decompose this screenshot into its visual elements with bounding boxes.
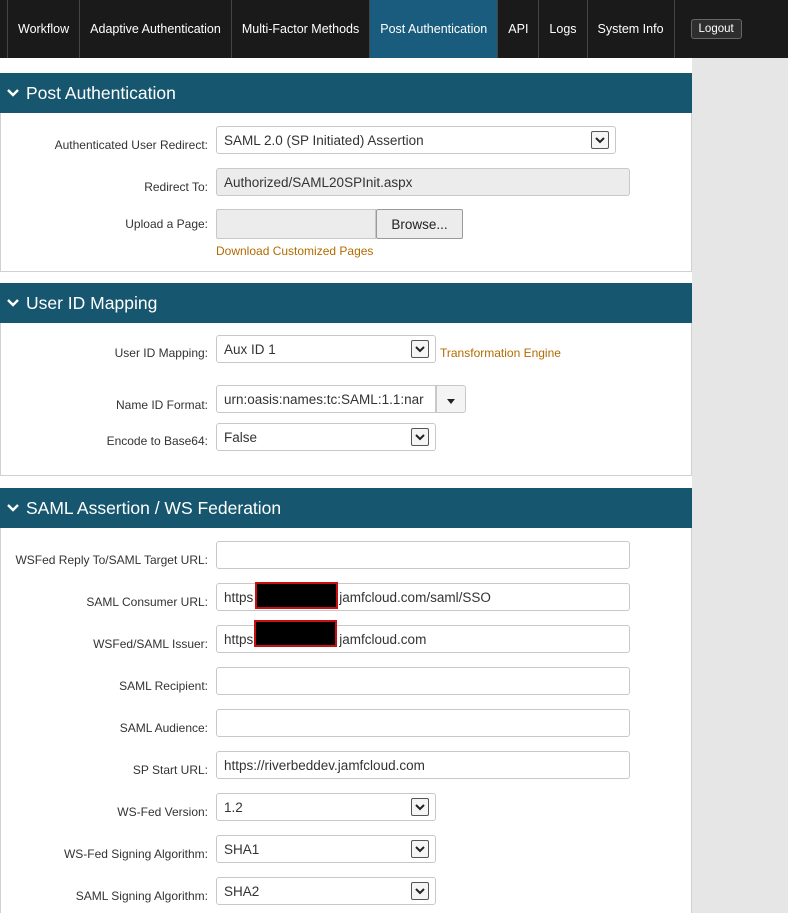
nav-multi-factor-methods[interactable]: Multi-Factor Methods <box>232 0 371 58</box>
wsfed-reply-input[interactable] <box>216 541 630 569</box>
chevron-down-icon <box>411 798 429 816</box>
chevron-down-icon <box>0 299 26 307</box>
chevron-down-icon <box>0 89 26 97</box>
saml-audience-label: SAML Audience: <box>119 721 208 735</box>
nav-adaptive-authentication[interactable]: Adaptive Authentication <box>80 0 232 58</box>
encode-base64-label: Encode to Base64: <box>106 434 208 448</box>
nav-logs[interactable]: Logs <box>539 0 588 58</box>
redirect-to-field: Authorized/SAML20SPInit.aspx <box>216 168 630 196</box>
transformation-engine-link[interactable]: Transformation Engine <box>440 346 561 360</box>
saml-recipient-label: SAML Recipient: <box>119 679 208 693</box>
wsfed-version-select[interactable]: 1.2 <box>216 793 436 821</box>
name-id-format-label: Name ID Format: <box>115 398 208 412</box>
upload-label: Upload a Page: <box>125 217 208 231</box>
user-id-mapping-label: User ID Mapping: <box>114 346 208 360</box>
name-id-format-input[interactable]: urn:oasis:names:tc:SAML:1.1:nar <box>216 385 436 413</box>
name-id-format-dropdown-button[interactable] <box>436 385 466 413</box>
upload-path-field <box>216 209 376 239</box>
panel-title: User ID Mapping <box>26 292 158 313</box>
sp-start-url-label: SP Start URL: <box>132 763 208 777</box>
nav-system-info[interactable]: System Info <box>588 0 675 58</box>
wsfed-saml-issuer-label: WSFed/SAML Issuer: <box>93 637 208 651</box>
top-navigation: Workflow Adaptive Authentication Multi-F… <box>0 0 788 58</box>
chevron-down-icon <box>411 840 429 858</box>
wsfed-version-label: WS-Fed Version: <box>117 805 208 819</box>
redaction-box <box>255 582 338 609</box>
redirect-select[interactable]: SAML 2.0 (SP Initiated) Assertion <box>216 126 616 154</box>
chevron-down-icon <box>411 428 429 446</box>
saml-consumer-url-label: SAML Consumer URL: <box>86 595 208 609</box>
chevron-down-icon <box>411 340 429 358</box>
caret-down-icon <box>447 392 455 407</box>
saml-signing-algorithm-select[interactable]: SHA2 <box>216 877 436 905</box>
redirect-to-label: Redirect To: <box>144 180 208 194</box>
saml-assertion-header[interactable]: SAML Assertion / WS Federation <box>0 488 692 528</box>
chevron-down-icon <box>0 504 26 512</box>
panel-title: Post Authentication <box>26 82 176 103</box>
user-id-mapping-header[interactable]: User ID Mapping <box>0 283 692 323</box>
post-authentication-header[interactable]: Post Authentication <box>0 73 692 113</box>
redaction-box <box>254 620 337 647</box>
user-id-mapping-select[interactable]: Aux ID 1 <box>216 335 436 363</box>
chevron-down-icon <box>411 882 429 900</box>
right-gutter <box>692 58 788 913</box>
redirect-label: Authenticated User Redirect: <box>54 138 208 152</box>
wsfed-signing-algorithm-label: WS-Fed Signing Algorithm: <box>63 847 208 861</box>
panel-title: SAML Assertion / WS Federation <box>26 497 282 518</box>
nav-post-authentication[interactable]: Post Authentication <box>370 0 499 58</box>
logout-button[interactable]: Logout <box>690 19 742 39</box>
saml-signing-algorithm-label: SAML Signing Algorithm: <box>75 889 208 903</box>
wsfed-signing-algorithm-select[interactable]: SHA1 <box>216 835 436 863</box>
chevron-down-icon <box>591 131 609 149</box>
saml-recipient-input[interactable] <box>216 667 630 695</box>
download-customized-pages-link[interactable]: Download Customized Pages <box>216 244 373 258</box>
sp-start-url-input[interactable]: https://riverbeddev.jamfcloud.com <box>216 751 630 779</box>
saml-audience-input[interactable] <box>216 709 630 737</box>
browse-button[interactable]: Browse... <box>376 209 463 239</box>
nav-api[interactable]: API <box>498 0 540 58</box>
nav-workflow[interactable]: Workflow <box>8 0 81 58</box>
encode-base64-select[interactable]: False <box>216 423 436 451</box>
wsfed-reply-label: WSFed Reply To/SAML Target URL: <box>15 553 208 567</box>
